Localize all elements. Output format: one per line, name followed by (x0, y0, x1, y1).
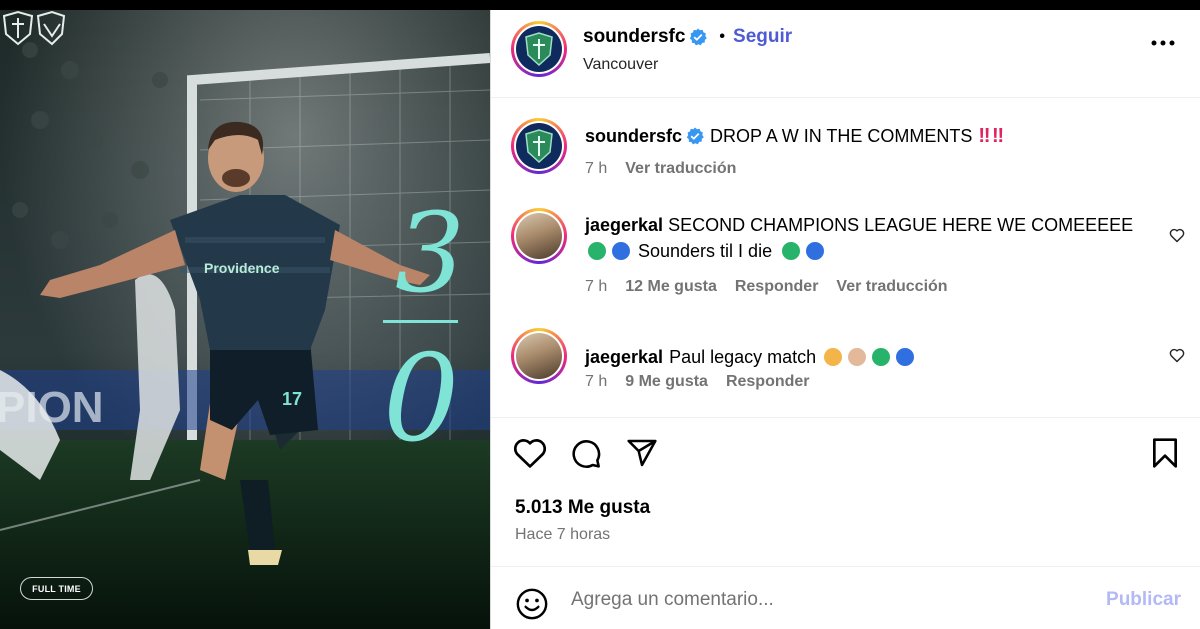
post-time[interactable]: Hace 7 horas (515, 526, 610, 544)
post-image[interactable]: PION Providence 17 3 0 FULL TIME (0, 10, 490, 629)
comment-body-line1: Paul legacy match (669, 347, 817, 367)
heart-icon[interactable] (513, 437, 547, 469)
double-exclamation-emoji: ‼ ‼ (978, 125, 1004, 147)
author-row: soundersfc • Seguir (583, 26, 792, 48)
author-username[interactable]: soundersfc (583, 26, 685, 48)
comment-username[interactable]: jaegerkal (585, 215, 663, 235)
comment-likes[interactable]: 12 Me gusta (625, 278, 717, 296)
top-bar (0, 0, 1200, 10)
paper-plane-icon[interactable] (625, 437, 659, 469)
green-heart-emoji (588, 242, 606, 260)
sounders-crest-icon (525, 129, 553, 164)
club-crests-icon (2, 10, 66, 46)
post-location[interactable]: Vancouver (583, 56, 658, 74)
author-avatar[interactable] (511, 21, 567, 77)
post-header: soundersfc • Seguir Vancouver (491, 10, 1200, 98)
more-options-icon[interactable] (1151, 40, 1175, 46)
score-home: 3 (395, 189, 465, 317)
actions-divider (491, 417, 1200, 418)
caption-meta: 7 h Ver traducción (585, 160, 736, 178)
caption-translate-link[interactable]: Ver traducción (625, 160, 736, 178)
comment-text: jaegerkal Paul legacy match (585, 344, 917, 370)
comment-likes[interactable]: 9 Me gusta (625, 373, 708, 391)
comment-like-heart-icon[interactable] (1169, 228, 1185, 243)
comment-bubble-icon[interactable] (569, 437, 603, 469)
reply-button[interactable]: Responder (726, 373, 810, 391)
crying-face-emoji (824, 348, 843, 366)
smiley-icon[interactable] (515, 587, 549, 621)
comment-composer: Publicar (491, 566, 1200, 629)
comment-body-line2: Sounders til I die (638, 241, 773, 261)
reply-button[interactable]: Responder (735, 278, 819, 296)
index-finger-emoji (848, 348, 867, 366)
comment-meta: 7 h 9 Me gusta Responder (585, 373, 810, 391)
comments-list: soundersfc DROP A W IN THE COMMENTS ‼ ‼ … (491, 98, 1200, 418)
comment-line-2: Sounders til I die (585, 238, 827, 264)
commenter-avatar[interactable] (511, 328, 567, 384)
comment-input[interactable] (571, 585, 1091, 615)
caption-avatar[interactable] (511, 118, 567, 174)
verified-badge-icon (686, 127, 704, 145)
blue-heart-emoji (806, 242, 825, 260)
comment-username[interactable]: jaegerkal (585, 344, 663, 370)
follow-button[interactable]: Seguir (733, 26, 792, 48)
verified-badge-icon (690, 28, 708, 46)
blue-heart-emoji (612, 242, 630, 260)
sounders-crest-icon (525, 32, 553, 67)
post-actions (513, 437, 659, 469)
commenter-photo (516, 213, 562, 259)
caption-text-row: soundersfc DROP A W IN THE COMMENTS ‼ ‼ (585, 123, 1004, 149)
comment-like-heart-icon[interactable] (1169, 348, 1185, 363)
post-side-panel: soundersfc • Seguir Vancouver soundersfc… (490, 10, 1200, 629)
comment-meta: 7 h 12 Me gusta Responder Ver traducción (585, 278, 948, 296)
commenter-photo (516, 333, 562, 379)
green-heart-emoji (872, 348, 891, 366)
comment-text: jaegerkal SECOND CHAMPIONS LEAGUE HERE W… (585, 212, 1145, 238)
score-away: 0 (383, 330, 460, 469)
comment-time[interactable]: 7 h (585, 278, 607, 296)
green-heart-emoji (782, 242, 801, 260)
comment-body-line1: SECOND CHAMPIONS LEAGUE HERE WE COMEEEEE (668, 215, 1134, 235)
post-comment-button[interactable]: Publicar (1106, 589, 1181, 611)
caption-text: DROP A W IN THE COMMENTS (710, 126, 973, 146)
comment-time[interactable]: 7 h (585, 373, 607, 391)
caption-username[interactable]: soundersfc (585, 123, 682, 149)
jersey-sponsor: Providence (204, 260, 280, 276)
bookmark-icon[interactable] (1150, 437, 1180, 469)
blue-heart-emoji (896, 348, 915, 366)
caption-time[interactable]: 7 h (585, 160, 607, 178)
separator-dot: • (719, 28, 726, 45)
translate-link[interactable]: Ver traducción (836, 278, 947, 296)
jersey-number: 17 (282, 389, 302, 409)
likes-count[interactable]: 5.013 Me gusta (515, 497, 650, 519)
full-time-badge: FULL TIME (20, 577, 93, 600)
score-divider (383, 320, 458, 323)
commenter-avatar[interactable] (511, 208, 567, 264)
